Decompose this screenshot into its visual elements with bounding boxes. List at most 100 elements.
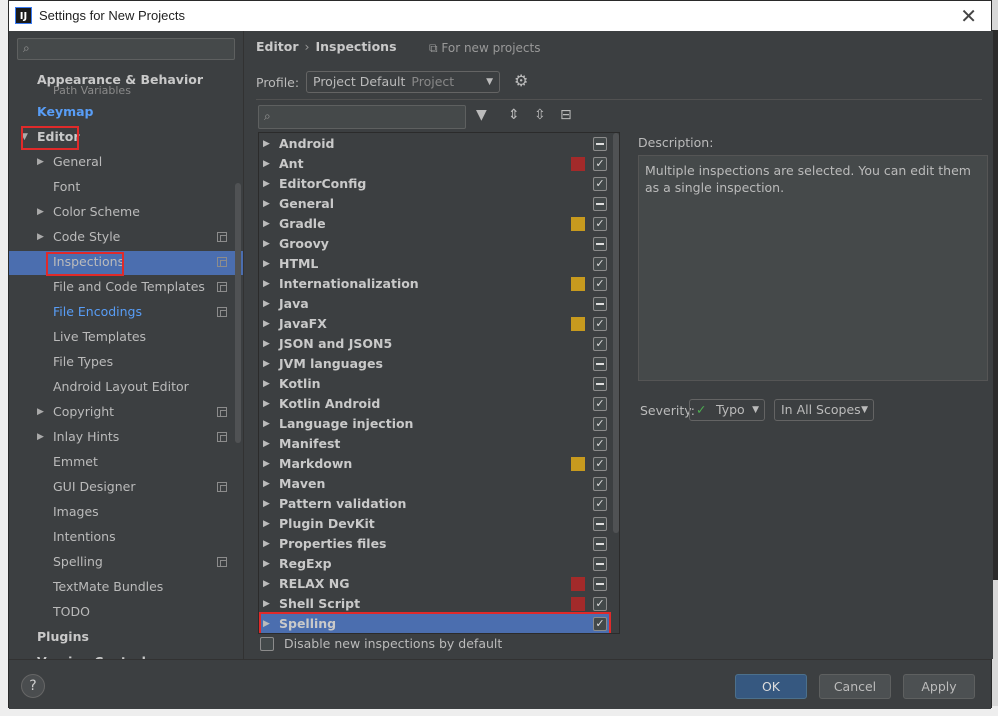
sidebar-item-plugins[interactable]: Plugins [37,626,89,648]
sidebar-item-live-templates[interactable]: Live Templates [53,326,146,348]
chevron-right-icon[interactable]: ▶ [263,314,270,334]
enabled-checkbox[interactable]: ✓ [593,417,607,431]
inspection-group-row[interactable]: ▶ Shell Script ✓ [259,594,611,614]
inspection-search-input[interactable]: ⌕ [258,105,466,129]
inspection-group-row[interactable]: ▶ EditorConfig ✓ [259,174,611,194]
chevron-right-icon[interactable]: ▶ [263,434,270,454]
partial-checkbox[interactable] [593,537,607,551]
inspection-group-row[interactable]: ▶ JavaFX ✓ [259,314,611,334]
inspection-group-row[interactable]: ▶ Plugin DevKit [259,514,611,534]
sidebar-item-file-types[interactable]: File Types [53,351,113,373]
inspection-group-row[interactable]: ▶ HTML ✓ [259,254,611,274]
tree-scrollbar[interactable] [235,183,241,443]
collapse-all-icon[interactable]: ⇳ [534,107,546,123]
help-button[interactable]: ? [21,674,45,698]
chevron-right-icon[interactable]: ▶ [263,354,270,374]
inspection-group-row[interactable]: ▶ Manifest ✓ [259,434,611,454]
chevron-right-icon[interactable]: ▶ [263,454,270,474]
inspection-group-row[interactable]: ▶ Kotlin [259,374,611,394]
partial-checkbox[interactable] [593,517,607,531]
inspection-group-row[interactable]: ▶ General [259,194,611,214]
sidebar-item-general[interactable]: ▶ General [37,151,102,173]
sidebar-item-intentions[interactable]: Intentions [53,526,116,548]
enabled-checkbox[interactable]: ✓ [593,317,607,331]
disable-new-checkbox[interactable] [260,637,274,651]
partial-checkbox[interactable] [593,577,607,591]
sidebar-item-android-layout-editor[interactable]: Android Layout Editor [53,376,189,398]
sidebar-item-textmate-bundles[interactable]: TextMate Bundles [53,576,163,598]
chevron-right-icon[interactable]: ▶ [37,401,44,423]
chevron-right-icon[interactable]: ▶ [263,534,270,554]
chevron-right-icon[interactable]: ▶ [37,201,44,223]
inspection-group-row[interactable]: ▶ Gradle ✓ [259,214,611,234]
partial-checkbox[interactable] [593,557,607,571]
sidebar-item-copyright[interactable]: ▶ Copyright [37,401,114,423]
enabled-checkbox[interactable]: ✓ [593,597,607,611]
enabled-checkbox[interactable]: ✓ [593,477,607,491]
chevron-right-icon[interactable]: ▶ [263,394,270,414]
chevron-right-icon[interactable]: ▶ [263,574,270,594]
enabled-checkbox[interactable]: ✓ [593,217,607,231]
enabled-checkbox[interactable]: ✓ [593,277,607,291]
chevron-right-icon[interactable]: ▶ [37,226,44,248]
inspection-group-row[interactable]: ▶ Internationalization ✓ [259,274,611,294]
partial-checkbox[interactable] [593,357,607,371]
chevron-right-icon[interactable]: ▶ [263,134,270,154]
chevron-right-icon[interactable]: ▶ [37,426,44,448]
chevron-right-icon[interactable]: ▶ [263,514,270,534]
chevron-right-icon[interactable]: ▶ [263,414,270,434]
partial-checkbox[interactable] [593,197,607,211]
reset-icon[interactable]: ⊟ [560,107,572,123]
partial-checkbox[interactable] [593,377,607,391]
chevron-right-icon[interactable]: ▶ [263,554,270,574]
close-icon[interactable]: ✕ [960,4,977,28]
sidebar-item-version-control[interactable]: Version Control [37,651,146,659]
filter-icon[interactable]: ▼ [476,107,487,123]
sidebar-item-code-style[interactable]: ▶ Code Style [37,226,120,248]
chevron-right-icon[interactable]: ▶ [263,374,270,394]
inspection-group-row[interactable]: ▶ Android [259,134,611,154]
enabled-checkbox[interactable]: ✓ [593,397,607,411]
inspection-group-row[interactable]: ▶ RELAX NG [259,574,611,594]
sidebar-item-file-and-code-templates[interactable]: File and Code Templates [53,276,205,298]
chevron-right-icon[interactable]: ▶ [263,334,270,354]
breadcrumb-editor[interactable]: Editor [256,39,299,54]
gear-icon[interactable]: ⚙ [514,71,528,90]
sidebar-item-color-scheme[interactable]: ▶ Color Scheme [37,201,140,223]
partial-checkbox[interactable] [593,137,607,151]
inspection-group-row[interactable]: ▶ Ant ✓ [259,154,611,174]
inspection-group-row[interactable]: ▶ Pattern validation ✓ [259,494,611,514]
chevron-right-icon[interactable]: ▶ [263,494,270,514]
sidebar-item-font[interactable]: Font [53,176,80,198]
chevron-right-icon[interactable]: ▶ [263,234,270,254]
settings-search-input[interactable]: ⌕ [17,38,235,60]
inspection-group-row[interactable]: ▶ Groovy [259,234,611,254]
enabled-checkbox[interactable]: ✓ [593,457,607,471]
expand-all-icon[interactable]: ⇕ [508,107,520,123]
chevron-right-icon[interactable]: ▶ [263,174,270,194]
inspection-group-row[interactable]: ▶ Language injection ✓ [259,414,611,434]
list-scrollbar[interactable] [613,133,619,533]
chevron-right-icon[interactable]: ▶ [263,214,270,234]
sidebar-item-images[interactable]: Images [53,501,99,523]
enabled-checkbox[interactable]: ✓ [593,157,607,171]
chevron-right-icon[interactable]: ▶ [263,594,270,614]
chevron-right-icon[interactable]: ▶ [263,474,270,494]
profile-dropdown[interactable]: Project Default Project ▼ [306,71,500,93]
chevron-right-icon[interactable]: ▶ [263,294,270,314]
enabled-checkbox[interactable]: ✓ [593,177,607,191]
inspection-group-row[interactable]: ▶ Kotlin Android ✓ [259,394,611,414]
severity-dropdown[interactable]: ✓ Typo ▼ [689,399,765,421]
sidebar-item-emmet[interactable]: Emmet [53,451,98,473]
enabled-checkbox[interactable]: ✓ [593,497,607,511]
inspection-group-row[interactable]: ▶ JVM languages [259,354,611,374]
inspection-group-row[interactable]: ▶ RegExp [259,554,611,574]
inspection-group-row[interactable]: ▶ Properties files [259,534,611,554]
chevron-right-icon[interactable]: ▶ [263,254,270,274]
sidebar-item-appearance-behavior[interactable]: Appearance & Behavior [37,69,203,91]
sidebar-item-inlay-hints[interactable]: ▶ Inlay Hints [37,426,119,448]
sidebar-item-gui-designer[interactable]: GUI Designer [53,476,135,498]
enabled-checkbox[interactable]: ✓ [593,437,607,451]
partial-checkbox[interactable] [593,237,607,251]
inspection-group-row[interactable]: ▶ Java [259,294,611,314]
